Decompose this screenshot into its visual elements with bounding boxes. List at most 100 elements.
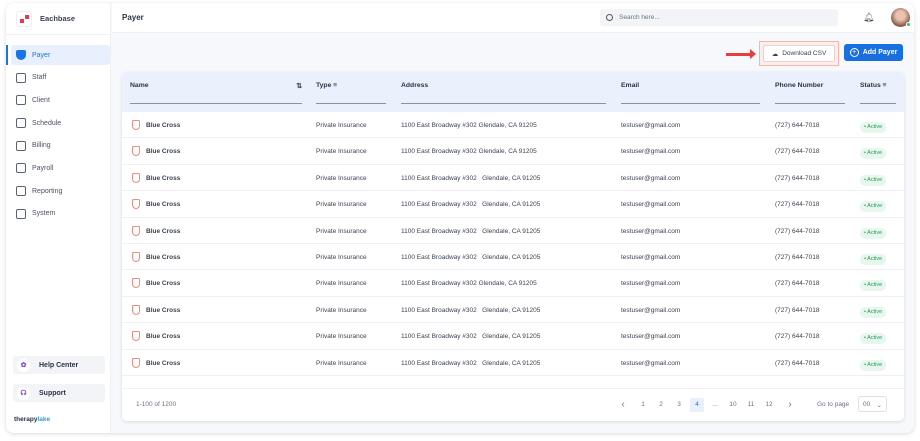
search-input[interactable]: Search here...: [600, 9, 838, 26]
payer-type: Private Insurance: [316, 253, 367, 261]
sidebar-item-label: System: [32, 210, 56, 218]
payer-email: testuser@gmail.com: [621, 253, 681, 261]
sidebar-item-reporting[interactable]: Reporting: [11, 181, 110, 201]
payer-address: 1100 East Broadway #302 Glendale, CA 912…: [401, 148, 537, 156]
payer-email: testuser@gmail.com: [621, 306, 681, 314]
page-12[interactable]: 12: [762, 398, 776, 412]
online-indicator: [906, 22, 911, 27]
client-icon: [16, 95, 26, 106]
logo-icon: [16, 10, 32, 27]
status-badge: • Active: [860, 359, 887, 371]
shield-icon: [132, 199, 140, 210]
bell-icon[interactable]: 🔔︎: [863, 12, 874, 23]
table-row[interactable]: Blue Cross Private Insurance 1100 East Bro…: [122, 244, 904, 271]
billing-icon: [16, 140, 26, 151]
sidebar-item-label: Schedule: [32, 119, 62, 127]
filter-icon[interactable]: ≡: [333, 82, 337, 89]
payer-phone: (727) 644-7018: [775, 227, 820, 235]
sidebar-item-payroll[interactable]: Payroll: [11, 158, 110, 178]
staff-icon: [16, 72, 26, 83]
table-row[interactable]: Blue Cross Private Insurance 1100 East Bro…: [122, 165, 904, 192]
page-4[interactable]: 4: [690, 398, 704, 412]
sidebar-item-payer[interactable]: Payer: [6, 45, 110, 65]
sidebar-item-client[interactable]: Client: [11, 90, 110, 110]
payer-phone: (727) 644-7018: [775, 253, 820, 261]
payer-phone: (727) 644-7018: [775, 174, 820, 182]
payer-phone: (727) 644-7018: [775, 201, 820, 209]
payer-address: 1100 East Broadway #302 Glendale, CA 912…: [401, 280, 537, 288]
page-11[interactable]: 11: [744, 398, 758, 412]
add-payer-button[interactable]: + Add Payer: [844, 44, 903, 61]
payer-address: 1100 East Broadway #302 Glendale, CA 912…: [401, 227, 541, 235]
page-1[interactable]: 1: [636, 398, 650, 412]
status-text: Active: [867, 229, 883, 236]
payer-address: 1100 East Broadway #302 Glendale, CA 912…: [401, 306, 541, 314]
goto-select[interactable]: 00 ⌄: [858, 396, 887, 412]
payer-type: Private Insurance: [316, 333, 367, 341]
table-row[interactable]: Blue Cross Private Insurance 1100 East Bro…: [122, 323, 904, 350]
page-title: Payer: [122, 13, 144, 22]
sidebar-item-staff[interactable]: Staff: [11, 68, 110, 88]
page-10[interactable]: 10: [726, 398, 740, 412]
support-label: Support: [39, 389, 66, 397]
col-label: Email: [621, 82, 640, 89]
payer-name: Blue Cross: [146, 201, 181, 209]
column-type[interactable]: Type ≡: [316, 82, 386, 104]
column-name[interactable]: Name ⇅: [130, 82, 302, 104]
table-row[interactable]: Blue Cross Private Insurance 1100 East Bro…: [122, 112, 904, 139]
shield-icon: [132, 278, 140, 289]
avatar[interactable]: [891, 8, 911, 27]
payer-address: 1100 East Broadway #302 Glendale, CA 912…: [401, 174, 541, 182]
table-row[interactable]: Blue Cross Private Insurance 1100 East Bro…: [122, 191, 904, 218]
annotation-arrow: [726, 49, 756, 58]
schedule-icon: [16, 118, 26, 129]
sidebar-item-label: Client: [32, 96, 50, 104]
sidebar-item-label: Reporting: [32, 187, 63, 195]
status-badge: • Active: [860, 253, 887, 265]
page-3[interactable]: 3: [672, 398, 686, 412]
table-header: Name ⇅ Type ≡ Address Email Phone Number …: [122, 72, 904, 112]
page-2[interactable]: 2: [654, 398, 668, 412]
table-row[interactable]: Blue Cross Private Insurance 1100 East Bro…: [122, 297, 904, 324]
top-bar: Payer Search here... 🔔︎: [112, 3, 914, 33]
column-status[interactable]: Status ≡: [860, 82, 896, 104]
add-label: Add Payer: [862, 49, 898, 56]
payer-phone: (727) 644-7018: [775, 306, 820, 314]
payer-name: Blue Cross: [146, 122, 181, 129]
table-row[interactable]: Blue Cross Private Insurance 1100 East Bro…: [122, 138, 904, 165]
payer-type: Private Insurance: [316, 201, 367, 209]
sort-icon[interactable]: ⇅: [296, 82, 302, 90]
shield-icon: [132, 304, 140, 315]
logo-text-a: therapy: [14, 416, 38, 423]
col-label: Type: [316, 82, 332, 89]
status-text: Active: [867, 150, 883, 157]
help-center-button[interactable]: ✿ Help Center: [13, 356, 105, 374]
page-ellipsis: ...: [712, 401, 718, 408]
table-row[interactable]: Blue Cross Private Insurance 1100 East Bro…: [122, 218, 904, 244]
help-label: Help Center: [39, 361, 79, 369]
chevron-down-icon: ⌄: [876, 402, 882, 409]
sidebar-item-schedule[interactable]: Schedule: [11, 113, 110, 133]
status-text: Active: [867, 176, 883, 183]
payer-name: Blue Cross: [146, 306, 181, 314]
sidebar-item-billing[interactable]: Billing: [11, 136, 110, 156]
status-text: Active: [867, 308, 883, 315]
table-row[interactable]: Blue Cross Private Insurance 1100 East Bro…: [122, 350, 904, 376]
sidebar-nav: Payer Staff Client Schedule Billing Payroll Re…: [6, 45, 110, 224]
goto-label: Go to page: [817, 401, 850, 408]
status-badge: • Active: [860, 227, 887, 239]
payer-email: testuser@gmail.com: [621, 333, 681, 341]
status-badge: • Active: [860, 306, 887, 318]
shield-icon: [132, 357, 140, 368]
status-text: Active: [867, 203, 883, 210]
download-csv-button[interactable]: ☁ Download CSV: [763, 45, 835, 62]
sidebar-item-system[interactable]: System: [11, 204, 110, 224]
table-row[interactable]: Blue Cross Private Insurance 1100 East Bro…: [122, 270, 904, 297]
prev-page-icon[interactable]: ‹: [616, 398, 630, 412]
payer-address: 1100 East Broadway #302 Glendale, CA 912…: [401, 122, 537, 129]
sidebar-item-label: Staff: [32, 74, 47, 82]
next-page-icon[interactable]: ›: [783, 398, 797, 412]
filter-icon[interactable]: ≡: [883, 82, 887, 89]
sidebar-item-label: Billing: [32, 142, 51, 150]
support-button[interactable]: ☊ Support: [13, 384, 105, 402]
